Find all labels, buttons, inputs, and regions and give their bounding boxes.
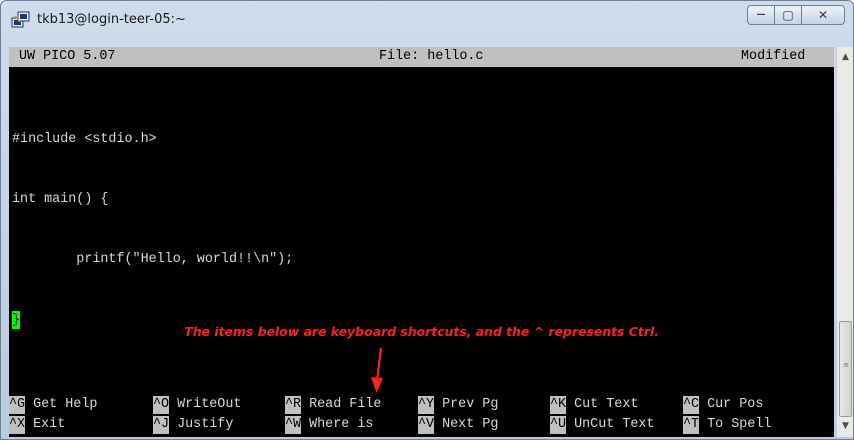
annotation-text: The items below are keyboard shortcuts, … [184, 324, 659, 339]
pico-header-bar: UW PICO 5.07 File: hello.c Modified [9, 47, 834, 67]
shortcut-where-is[interactable]: ^W Where is [285, 415, 373, 435]
shortcut-key: ^O [153, 396, 170, 414]
shortcut-label: UnCut Text [566, 417, 655, 432]
shortcut-prev-pg[interactable]: ^Y Prev Pg [418, 395, 498, 415]
scroll-down-arrow-icon[interactable]: ▼ [837, 418, 854, 435]
scroll-up-arrow-icon[interactable]: ▲ [837, 49, 854, 66]
maximize-button[interactable]: ▢ [774, 5, 802, 25]
shortcut-bar: ^G Get Help ^O WriteOut ^R Read File ^Y … [9, 395, 834, 435]
minimize-button[interactable]: — [747, 5, 775, 25]
shortcut-label: Next Pg [434, 417, 499, 432]
shortcut-writeout[interactable]: ^O WriteOut [153, 395, 241, 415]
shortcut-key: ^V [418, 416, 435, 434]
terminal-area[interactable]: UW PICO 5.07 File: hello.c Modified #inc… [9, 47, 834, 437]
shortcut-label: To Spell [699, 417, 772, 432]
close-button[interactable]: ✕ [801, 5, 845, 25]
shortcut-key: ^X [9, 416, 26, 434]
code-line: int main() { [12, 192, 109, 207]
shortcut-key: ^Y [418, 396, 435, 414]
shortcut-label: WriteOut [169, 397, 242, 412]
shortcut-cut-text[interactable]: ^K Cut Text [550, 395, 638, 415]
shortcut-label: Read File [301, 397, 382, 412]
window-controls: — ▢ ✕ [747, 5, 845, 25]
putty-window: tkb13@login-teer-05:~ — ▢ ✕ UW PICO 5.07… [0, 0, 854, 440]
shortcut-label: Cur Pos [699, 397, 764, 412]
shortcut-justify[interactable]: ^J Justify [153, 415, 233, 435]
shortcut-key: ^C [683, 396, 700, 414]
window-title: tkb13@login-teer-05:~ [37, 12, 186, 27]
shortcut-exit[interactable]: ^X Exit [9, 415, 65, 435]
shortcut-read-file[interactable]: ^R Read File [285, 395, 381, 415]
grip-icon: ≡ [843, 361, 849, 369]
maximize-icon: ▢ [782, 8, 794, 22]
shortcut-key: ^G [9, 396, 26, 414]
shortcut-label: Exit [25, 417, 66, 432]
file-name: File: hello.c [379, 49, 484, 64]
shortcut-uncut-text[interactable]: ^U UnCut Text [550, 415, 654, 435]
scroll-thumb[interactable]: ≡ [839, 321, 852, 417]
code-line: #include <stdio.h> [12, 132, 157, 147]
shortcut-to-spell[interactable]: ^T To Spell [683, 415, 771, 435]
shortcut-key: ^U [550, 416, 567, 434]
shortcut-label: Prev Pg [434, 397, 499, 412]
shortcut-key: ^T [683, 416, 700, 434]
shortcut-key: ^R [285, 396, 302, 414]
pico-version: UW PICO 5.07 [19, 49, 116, 64]
shortcut-key: ^K [550, 396, 567, 414]
shortcut-label: Get Help [25, 397, 98, 412]
minimize-icon: — [756, 10, 766, 20]
shortcut-key: ^J [153, 416, 170, 434]
vertical-scrollbar[interactable]: ▲ ≡ ▼ [836, 47, 853, 437]
title-bar[interactable]: tkb13@login-teer-05:~ — ▢ ✕ [1, 1, 853, 41]
shortcut-key: ^W [285, 416, 302, 434]
close-icon: ✕ [817, 8, 829, 22]
shortcut-cur-pos[interactable]: ^C Cur Pos [683, 395, 763, 415]
shortcut-label: Justify [169, 417, 234, 432]
putty-icon[interactable] [11, 10, 31, 30]
code-line: printf("Hello, world!!\n"); [12, 252, 294, 267]
shortcut-label: Where is [301, 417, 374, 432]
shortcut-get-help[interactable]: ^G Get Help [9, 395, 97, 415]
shortcut-next-pg[interactable]: ^V Next Pg [418, 415, 498, 435]
red-arrow-icon [371, 347, 383, 393]
modified-status: Modified [741, 49, 806, 64]
shortcut-label: Cut Text [566, 397, 639, 412]
